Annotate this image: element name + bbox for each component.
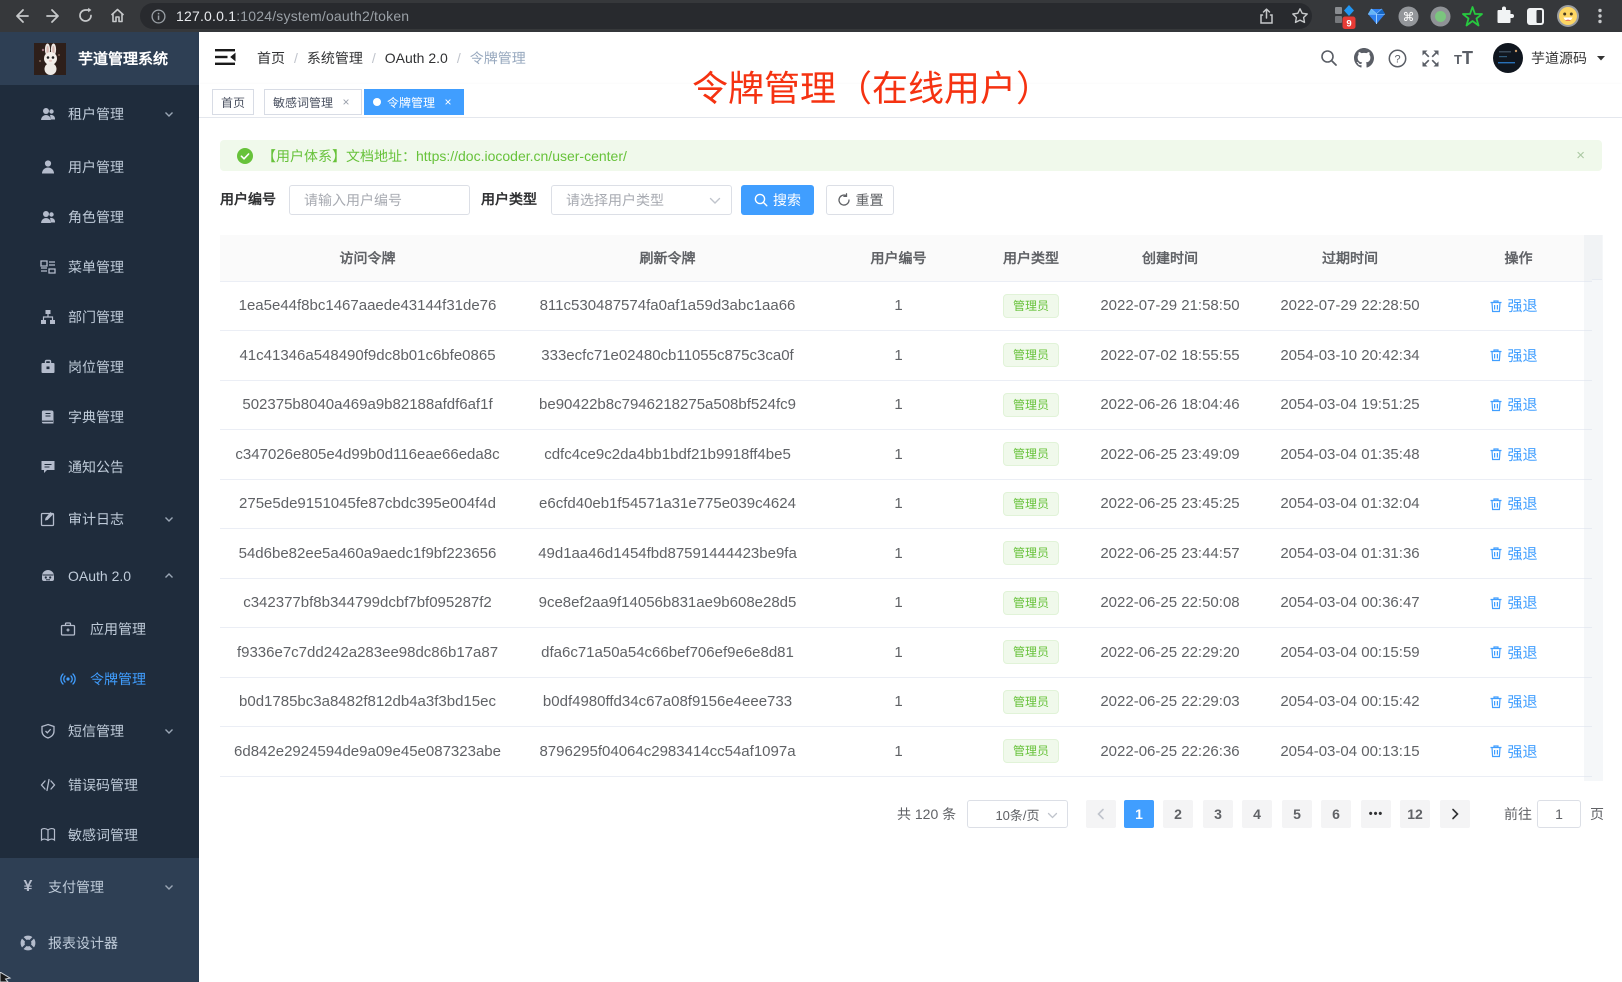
svg-text:⌘: ⌘ bbox=[1403, 10, 1415, 24]
svg-text:9: 9 bbox=[1346, 19, 1351, 30]
svg-text:T: T bbox=[1462, 48, 1473, 68]
svg-text:?: ? bbox=[1394, 53, 1400, 65]
svg-text:T: T bbox=[1454, 52, 1462, 67]
